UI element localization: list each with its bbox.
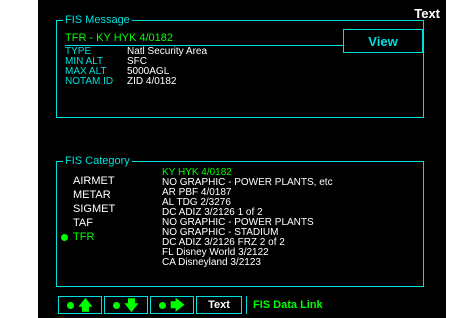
message-title: TFR - KY HYK 4/0182 (65, 32, 174, 44)
category-item-metar[interactable]: METAR (61, 188, 115, 202)
row-label-notam-id: NOTAM ID (65, 76, 114, 87)
category-item-sigmet[interactable]: SIGMET (61, 202, 115, 216)
tfr-list-item[interactable]: CA Disneyland 3/2123 (162, 258, 333, 268)
next-softkey[interactable]: 🡆 (150, 296, 194, 314)
category-label: TFR (73, 231, 95, 243)
row-value-notam-id: ZID 4/0182 (127, 76, 177, 87)
fis-category-panel: FIS Category AIRMET METAR SIGMET TAF TFR… (56, 154, 424, 287)
category-label: SIGMET (73, 203, 116, 215)
fis-message-panel: FIS Message TFR - KY HYK 4/0182 View TYP… (56, 13, 424, 118)
tfr-list: KY HYK 4/0182 NO GRAPHIC - POWER PLANTS,… (162, 168, 333, 268)
selected-knob-icon (61, 233, 68, 241)
mfd-screen: Text FIS Message TFR - KY HYK 4/0182 Vie… (38, 0, 446, 318)
scroll-up-softkey[interactable]: 🡅 (58, 296, 102, 314)
view-button[interactable]: View (343, 29, 423, 53)
knob-icon (113, 301, 121, 309)
category-list: AIRMET METAR SIGMET TAF TFR (61, 174, 115, 244)
category-label: TAF (73, 217, 93, 229)
category-label: METAR (73, 189, 111, 201)
category-item-airmet[interactable]: AIRMET (61, 174, 115, 188)
fis-category-panel-title: FIS Category (63, 154, 132, 168)
category-label: AIRMET (73, 175, 115, 187)
message-divider (65, 45, 383, 46)
arrow-up-icon: 🡅 (78, 297, 93, 313)
message-row: NOTAM ID ZID 4/0182 (65, 77, 207, 87)
category-item-tfr[interactable]: TFR (61, 230, 115, 244)
arrow-right-icon: 🡆 (170, 297, 185, 313)
fis-message-panel-title: FIS Message (63, 13, 132, 27)
knob-icon (159, 301, 167, 309)
softkey-bar: 🡅 🡇 🡆 Text FIS Data Link (58, 296, 323, 314)
fis-data-link-label: FIS Data Link (253, 299, 323, 311)
arrow-down-icon: 🡇 (124, 297, 139, 313)
message-details: TYPE Natl Security Area MIN ALT SFC MAX AL… (65, 47, 207, 87)
page-mode-label: Text (414, 6, 440, 21)
category-item-taf[interactable]: TAF (61, 216, 115, 230)
scroll-down-softkey[interactable]: 🡇 (104, 296, 148, 314)
text-softkey[interactable]: Text (196, 296, 242, 314)
knob-icon (67, 301, 75, 309)
softkey-divider (246, 296, 247, 314)
